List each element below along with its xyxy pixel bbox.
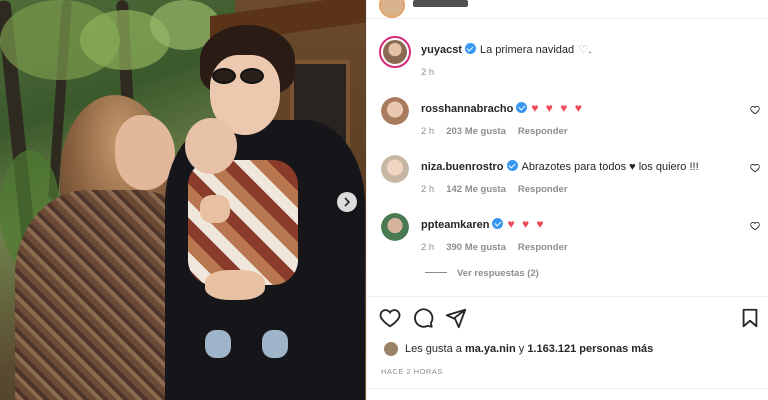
reply-divider [425, 272, 447, 273]
comment-meta: 2 h 390 Me gusta Responder [421, 242, 568, 253]
comment-avatar[interactable] [381, 155, 409, 183]
heart-icon[interactable] [379, 307, 401, 329]
author-avatar[interactable] [379, 36, 411, 68]
comment-row: rosshannabracho ♥ ♥ ♥ ♥ [421, 99, 741, 117]
hand [205, 270, 265, 300]
header-username[interactable] [413, 0, 468, 7]
comment-username[interactable]: niza.buenrostro [421, 161, 504, 173]
comment-row: niza.buenrostro Abrazotes para todos ♥ lo… [421, 157, 741, 175]
comment-avatar[interactable] [381, 213, 409, 241]
baby-head [185, 118, 237, 174]
comment-likes[interactable]: 203 Me gusta [446, 126, 506, 137]
divider [367, 388, 768, 389]
reply-button[interactable]: Responder [518, 242, 568, 253]
share-icon[interactable] [445, 307, 467, 329]
caption-row: yuyacst La primera navidad ♡. [421, 40, 761, 58]
comment-icon[interactable] [412, 307, 434, 329]
likes-prefix: Les gusta a [405, 343, 462, 355]
comment-meta: 2 h 203 Me gusta Responder [421, 126, 568, 137]
liker-avatar[interactable] [383, 341, 399, 357]
comment-username[interactable]: rosshannabracho [421, 103, 513, 115]
comments-panel: yuyacst La primera navidad ♡. 2 h rosshan… [366, 0, 768, 400]
baby-outfit [188, 160, 298, 285]
post-photo[interactable] [0, 0, 366, 400]
comment-likes[interactable]: 390 Me gusta [446, 242, 506, 253]
heart-icon[interactable] [750, 105, 760, 115]
comment-text: ♥ ♥ ♥ [507, 217, 546, 231]
comment-time[interactable]: 2 h [421, 126, 434, 137]
caption-text: La primera navidad [479, 44, 575, 56]
reply-button[interactable]: Responder [518, 184, 568, 195]
comment-row: ppteamkaren ♥ ♥ ♥ [421, 215, 741, 233]
caption-heart: ♡ [578, 44, 589, 56]
comment-text: Abrazotes para todos ♥ los quiero !!! [521, 161, 699, 173]
caption-time[interactable]: 2 h [421, 67, 434, 78]
header-avatar[interactable] [379, 0, 405, 18]
woman-face [115, 115, 175, 190]
comment-avatar[interactable] [381, 97, 409, 125]
comment-text: ♥ ♥ ♥ ♥ [531, 101, 584, 115]
verified-icon [506, 160, 518, 171]
caption-end: . [588, 44, 592, 56]
instagram-post-view: yuyacst La primera navidad ♡. 2 h rosshan… [0, 0, 768, 400]
comment-username[interactable]: ppteamkaren [421, 219, 489, 231]
likes-count[interactable]: 1.163.121 personas más [527, 343, 653, 355]
sunglasses [208, 68, 266, 84]
post-timestamp[interactable]: HACE 2 HORAS [381, 367, 443, 376]
verified-icon [492, 218, 504, 229]
bookmark-icon[interactable] [739, 307, 761, 329]
verified-icon [516, 102, 528, 113]
baby-foot [205, 330, 231, 358]
heart-icon[interactable] [750, 221, 760, 231]
hand [200, 195, 230, 223]
caption-meta: 2 h [421, 67, 434, 78]
comment-meta: 2 h 142 Me gusta Responder [421, 184, 568, 195]
comment-time[interactable]: 2 h [421, 184, 434, 195]
next-photo-button[interactable] [337, 192, 357, 212]
likes-middle: y [518, 343, 525, 355]
liker-username[interactable]: ma.ya.nin [465, 343, 516, 355]
author-username[interactable]: yuyacst [421, 44, 462, 56]
comment-time[interactable]: 2 h [421, 242, 434, 253]
heart-icon[interactable] [750, 163, 760, 173]
header-strip [367, 0, 768, 19]
baby-foot [262, 330, 288, 358]
view-replies-label: Ver respuestas (2) [457, 268, 539, 279]
verified-icon [464, 43, 476, 54]
comment-likes[interactable]: 142 Me gusta [446, 184, 506, 195]
chevron-right-icon [344, 197, 351, 207]
reply-button[interactable]: Responder [518, 126, 568, 137]
likes-summary: Les gusta a ma.ya.nin y 1.163.121 person… [383, 341, 653, 357]
view-replies-button[interactable]: Ver respuestas (2) [425, 268, 539, 279]
